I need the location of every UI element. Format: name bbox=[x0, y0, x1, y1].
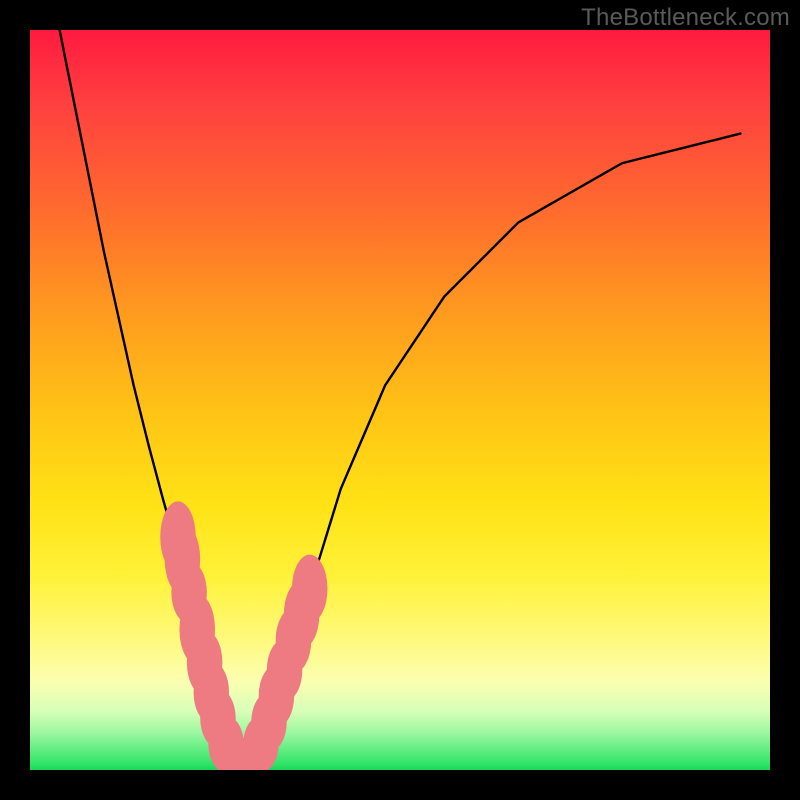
plot-area bbox=[30, 30, 770, 770]
bottleneck-curve bbox=[60, 30, 741, 770]
chart-frame: TheBottleneck.com bbox=[0, 0, 800, 800]
chart-svg bbox=[30, 30, 770, 770]
data-marker bbox=[292, 555, 328, 623]
markers bbox=[160, 501, 327, 770]
watermark-text: TheBottleneck.com bbox=[581, 4, 790, 32]
